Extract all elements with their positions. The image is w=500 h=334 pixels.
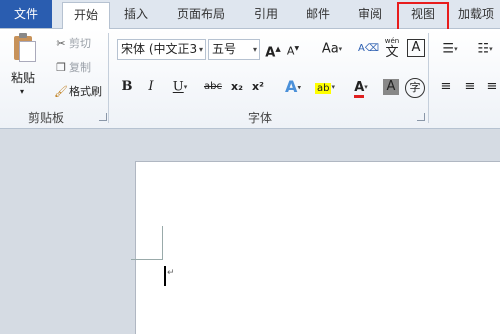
clipboard-group-label: 剪贴板 — [28, 111, 65, 125]
strikethrough-button[interactable]: abc — [200, 77, 226, 97]
view-tab-highlight-box — [397, 2, 449, 32]
font-group-label: 字体 — [248, 111, 273, 125]
clipboard-launcher-icon[interactable] — [99, 113, 107, 121]
enclose-characters-button[interactable]: 字 — [405, 78, 425, 98]
tab-insert[interactable]: 插入 — [114, 2, 158, 27]
bold-button[interactable]: B — [120, 77, 134, 97]
document-page[interactable] — [135, 161, 500, 334]
paste-icon[interactable] — [12, 32, 36, 62]
tab-mailings[interactable]: 邮件 — [296, 2, 340, 27]
phonetic-guide-button[interactable]: wén 文 — [382, 35, 402, 61]
clear-format-icon[interactable]: A⌫ — [358, 39, 379, 59]
group-separator — [428, 33, 429, 123]
change-case-button[interactable]: Aa▾ — [318, 39, 346, 59]
text-cursor — [164, 266, 166, 286]
tab-file[interactable]: 文件 — [0, 0, 52, 28]
align-right-icon[interactable]: ≡ — [484, 77, 500, 97]
font-size-combo[interactable]: 五号 ▾ — [208, 39, 260, 60]
format-painter-button[interactable]: 🖌格式刷 — [53, 83, 102, 101]
subscript-button[interactable]: x₂ — [228, 77, 246, 97]
paragraph-mark: ↵ — [167, 268, 175, 278]
format-painter-icon: 🖌 — [54, 85, 68, 98]
superscript-button[interactable]: x² — [249, 77, 267, 97]
margin-corner-mark — [131, 259, 163, 260]
tab-home[interactable]: 开始 — [62, 2, 110, 29]
tab-page-layout[interactable]: 页面布局 — [166, 2, 236, 27]
italic-button[interactable]: I — [144, 77, 158, 97]
shrink-font-button[interactable]: A▼ — [286, 39, 300, 59]
bullets-icon[interactable]: ☰▾ — [437, 39, 463, 59]
text-effect-icon[interactable]: A▾ — [280, 77, 306, 97]
font-launcher-icon[interactable] — [417, 113, 425, 121]
cut-button[interactable]: ✂ 剪切 — [53, 35, 91, 53]
underline-button[interactable]: U▾ — [167, 77, 193, 97]
copy-button[interactable]: ❐ 复制 — [53, 59, 91, 77]
cut-icon: ✂ — [56, 37, 66, 50]
document-workspace: ↵ — [0, 129, 500, 334]
tab-review[interactable]: 审阅 — [348, 2, 392, 27]
font-name-combo[interactable]: 宋体 (中文正3 ▾ — [117, 39, 206, 60]
numbering-icon[interactable]: ☷▾ — [472, 39, 498, 59]
highlight-button[interactable]: ab ▾ — [310, 77, 340, 97]
character-border-button[interactable]: A — [407, 39, 425, 57]
ribbon-tab-bar: 文件 开始 插入 页面布局 引用 邮件 审阅 视图 加载项 — [0, 0, 500, 32]
tab-addins[interactable]: 加载项 — [452, 2, 500, 27]
margin-corner-mark — [162, 226, 163, 259]
paste-button[interactable]: 粘贴 — [11, 69, 35, 86]
ribbon-home: 粘贴 ▾ ✂ 剪切 ❐ 复制 🖌格式刷 剪贴板 宋体 (中文正3 ▾ 五号 ▾ A▲ A… — [0, 29, 500, 129]
tab-references[interactable]: 引用 — [244, 2, 288, 27]
font-color-button[interactable]: A▾ — [346, 77, 376, 98]
character-shading-button[interactable]: A — [383, 79, 399, 95]
align-left-icon[interactable]: ≡ — [438, 77, 454, 97]
align-center-icon[interactable]: ≡ — [462, 77, 478, 97]
paste-dropdown-arrow[interactable]: ▾ — [20, 87, 24, 96]
grow-font-button[interactable]: A▲ — [265, 39, 281, 60]
copy-icon: ❐ — [56, 61, 66, 74]
group-separator — [108, 33, 109, 123]
